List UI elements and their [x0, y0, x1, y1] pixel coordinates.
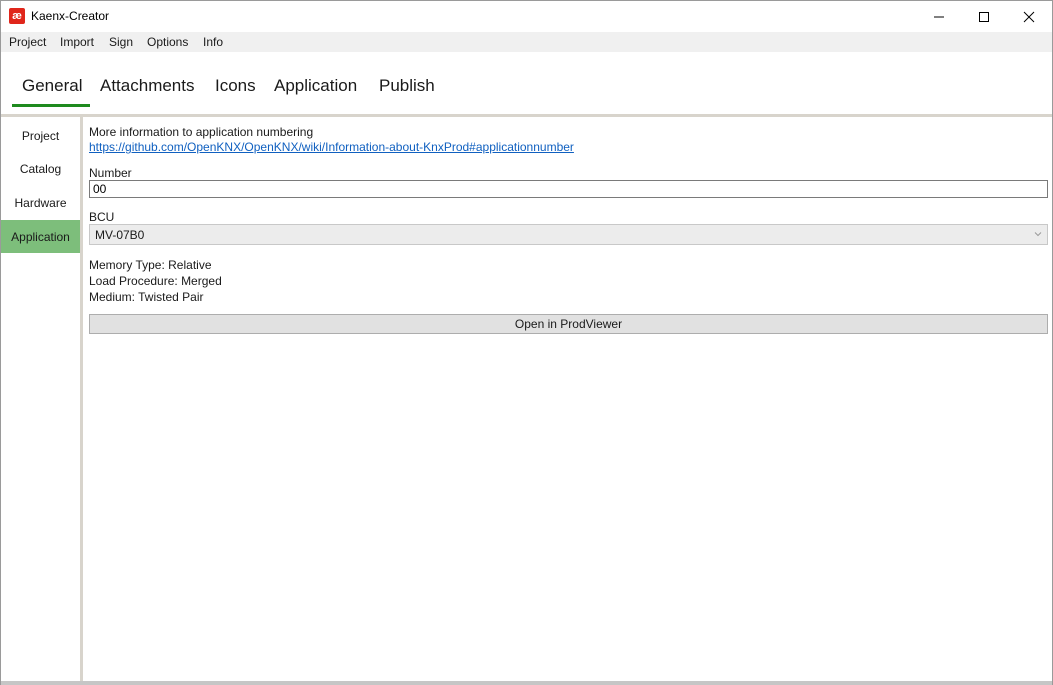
- app-logo-icon: æ: [9, 8, 25, 24]
- open-in-prodviewer-button[interactable]: Open in ProdViewer: [89, 314, 1048, 334]
- main-tabs: General Attachments Icons Application Pu…: [1, 52, 1052, 114]
- application-panel: More information to application numberin…: [83, 117, 1052, 683]
- menu-item-info[interactable]: Info: [203, 34, 223, 50]
- bcu-label: BCU: [89, 210, 115, 224]
- bcu-selected-value: MV-07B0: [95, 228, 145, 242]
- sidebar-item-hardware[interactable]: Hardware: [1, 186, 80, 219]
- maximize-button[interactable]: [961, 1, 1007, 32]
- app-window: æ Kaenx-Creator Project Import Sign Opti…: [0, 0, 1053, 685]
- title-bar: æ Kaenx-Creator: [1, 1, 1052, 32]
- sidebar-item-project[interactable]: Project: [1, 119, 80, 152]
- tab-attachments[interactable]: Attachments: [100, 76, 195, 96]
- side-nav: Project Catalog Hardware Application: [1, 117, 80, 683]
- medium-text: Medium: Twisted Pair: [89, 290, 204, 304]
- menu-item-project[interactable]: Project: [9, 34, 46, 50]
- menu-bar: Project Import Sign Options Info: [1, 32, 1052, 52]
- bcu-select[interactable]: MV-07B0: [89, 224, 1048, 245]
- tab-application[interactable]: Application: [274, 76, 357, 96]
- minimize-button[interactable]: [916, 1, 962, 32]
- info-link[interactable]: https://github.com/OpenKNX/OpenKNX/wiki/…: [89, 140, 574, 154]
- sidebar-item-application[interactable]: Application: [1, 220, 80, 253]
- number-input[interactable]: [89, 180, 1048, 198]
- close-button[interactable]: [1006, 1, 1052, 32]
- memory-type-text: Memory Type: Relative: [89, 258, 212, 272]
- maximize-icon: [979, 11, 989, 22]
- sidebar-item-catalog[interactable]: Catalog: [1, 152, 80, 185]
- info-label: More information to application numberin…: [89, 125, 314, 139]
- chevron-down-icon: [1034, 232, 1042, 237]
- minimize-icon: [934, 16, 944, 17]
- menu-item-options[interactable]: Options: [147, 34, 188, 50]
- close-icon: [1023, 11, 1035, 22]
- tab-general[interactable]: General: [22, 76, 82, 96]
- load-procedure-text: Load Procedure: Merged: [89, 274, 222, 288]
- active-tab-indicator: [12, 104, 90, 107]
- number-label: Number: [89, 166, 132, 180]
- bottom-border: [1, 681, 1052, 685]
- window-title: Kaenx-Creator: [31, 9, 110, 23]
- tab-icons[interactable]: Icons: [215, 76, 256, 96]
- tab-publish[interactable]: Publish: [379, 76, 435, 96]
- menu-item-import[interactable]: Import: [60, 34, 94, 50]
- menu-item-sign[interactable]: Sign: [109, 34, 133, 50]
